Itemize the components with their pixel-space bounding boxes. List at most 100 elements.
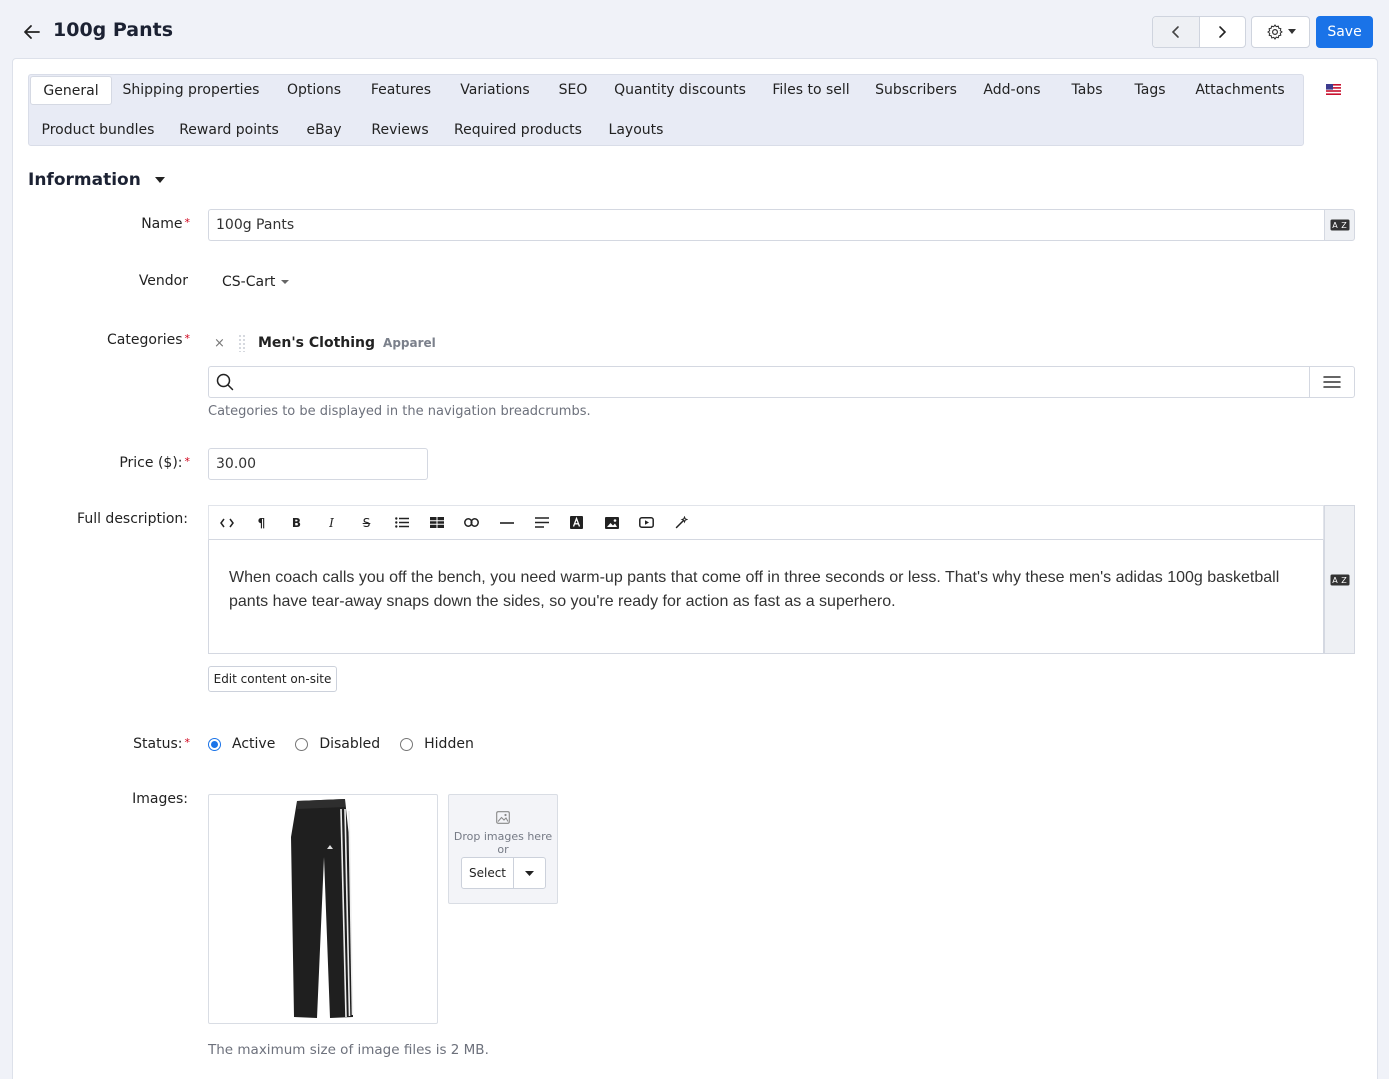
insert-image-button[interactable] (594, 506, 629, 539)
remove-category-button[interactable]: × (214, 336, 226, 351)
previous-button[interactable] (1153, 17, 1200, 47)
name-label: Name * (141, 216, 190, 232)
tab-reward-points[interactable]: Reward points (175, 116, 283, 145)
svg-text:Z: Z (1341, 221, 1347, 230)
description-translate-button[interactable]: A Z (1324, 505, 1355, 654)
tab-required-products[interactable]: Required products (451, 116, 585, 145)
italic-button[interactable]: I (314, 506, 349, 539)
category-parent: Apparel (383, 336, 436, 350)
caret-down-icon (1287, 29, 1296, 34)
required-marker: * (184, 332, 191, 345)
font-color-icon (570, 516, 583, 529)
status-active-radio[interactable] (208, 737, 221, 751)
description-editor[interactable]: When coach calls you off the bench, you … (208, 540, 1324, 654)
list-icon (394, 517, 409, 528)
tab-reviews[interactable]: Reviews (365, 116, 435, 145)
translate-button[interactable]: A Z (1324, 209, 1355, 241)
next-button[interactable] (1200, 17, 1246, 47)
page-title: 100g Pants (53, 19, 174, 41)
tab-attachments[interactable]: Attachments (1189, 76, 1291, 105)
tab-quantity-discounts[interactable]: Quantity discounts (611, 76, 749, 105)
top-bar: 100g Pants Save (0, 0, 1389, 60)
tab-subscribers[interactable]: Subscribers (871, 76, 961, 105)
required-marker: * (184, 455, 191, 468)
drop-zone-or: or (497, 843, 509, 856)
table-button[interactable] (419, 506, 454, 539)
images-help-text: The maximum size of image files is 2 MB. (208, 1042, 489, 1058)
image-icon (496, 811, 510, 824)
drag-handle-icon[interactable] (238, 334, 246, 352)
status-hidden-radio[interactable] (400, 737, 414, 751)
horizontal-rule-button[interactable] (489, 506, 524, 539)
tab-seo[interactable]: SEO (553, 76, 593, 105)
edit-content-on-site-button[interactable]: Edit content on-site (208, 666, 337, 692)
required-marker: * (184, 736, 191, 749)
html-view-button[interactable] (209, 506, 244, 539)
arrow-left-icon[interactable] (22, 22, 42, 42)
vendor-label: Vendor (138, 273, 188, 289)
insert-video-button[interactable] (629, 506, 664, 539)
font-color-button[interactable] (559, 506, 594, 539)
caret-down-icon (525, 870, 534, 876)
status-hidden-label: Hidden (424, 736, 474, 752)
horizontal-rule-icon (499, 521, 514, 524)
vendor-dropdown[interactable]: CS-Cart (222, 274, 290, 290)
vendor-value: CS-Cart (222, 274, 276, 290)
category-item: × Men's Clothing Apparel (214, 332, 436, 354)
link-icon (464, 518, 479, 527)
save-button[interactable]: Save (1316, 16, 1373, 48)
category-name: Men's Clothing (258, 335, 376, 351)
image-drop-zone[interactable]: Drop images here or Select (448, 794, 558, 904)
translate-icon: A Z (1330, 219, 1349, 231)
price-input[interactable] (208, 448, 428, 480)
category-picker-button[interactable] (1309, 366, 1355, 398)
tab-layouts[interactable]: Layouts (603, 116, 669, 145)
table-icon (429, 517, 444, 528)
status-disabled-radio[interactable] (295, 737, 309, 751)
status-label: Status: * (133, 736, 191, 752)
align-button[interactable] (524, 506, 559, 539)
select-image-dropdown-toggle[interactable] (514, 858, 545, 888)
tab-general[interactable]: General (30, 76, 112, 105)
svg-text:A: A (1332, 221, 1338, 230)
tab-add-ons[interactable]: Add-ons (979, 76, 1045, 105)
category-search-input[interactable] (208, 366, 1310, 398)
tab-options[interactable]: Options (279, 76, 349, 105)
status-active-option[interactable]: Active (208, 736, 275, 752)
tab-product-bundles[interactable]: Product bundles (37, 116, 159, 145)
full-description-label: Full description: (77, 511, 188, 527)
select-image-button[interactable]: Select (462, 858, 514, 888)
settings-dropdown-button[interactable] (1251, 16, 1310, 48)
us-flag-icon[interactable] (1326, 84, 1341, 95)
svg-text:A: A (1332, 576, 1338, 585)
paragraph-button[interactable]: ¶ (244, 506, 279, 539)
name-input[interactable] (208, 209, 1326, 241)
tab-tabs[interactable]: Tabs (1063, 76, 1111, 105)
unordered-list-button[interactable] (384, 506, 419, 539)
caret-down-icon (154, 176, 165, 183)
pants-image (291, 799, 354, 1018)
tab-ebay[interactable]: eBay (301, 116, 347, 145)
clear-formatting-button[interactable] (664, 506, 699, 539)
tab-shipping-properties[interactable]: Shipping properties (119, 76, 263, 105)
status-disabled-option[interactable]: Disabled (295, 736, 380, 752)
strikethrough-button[interactable]: S (349, 506, 384, 539)
section-title: Information (28, 170, 141, 190)
caret-down-icon (281, 279, 290, 284)
image-icon (604, 516, 619, 529)
bold-button[interactable]: B (279, 506, 314, 539)
link-button[interactable] (454, 506, 489, 539)
tab-tags[interactable]: Tags (1127, 76, 1173, 105)
search-icon (216, 373, 234, 391)
status-hidden-option[interactable]: Hidden (400, 736, 474, 752)
tab-files-to-sell[interactable]: Files to sell (767, 76, 855, 105)
tab-variations[interactable]: Variations (453, 76, 537, 105)
tab-features[interactable]: Features (365, 76, 437, 105)
product-image-thumbnail[interactable] (208, 794, 438, 1024)
prev-next-group (1152, 16, 1246, 48)
status-disabled-label: Disabled (319, 736, 381, 752)
price-label: Price ($): * (119, 455, 191, 471)
categories-label: Categories * (107, 332, 191, 348)
information-section-toggle[interactable]: Information (28, 170, 165, 190)
translate-icon: A Z (1330, 574, 1349, 585)
